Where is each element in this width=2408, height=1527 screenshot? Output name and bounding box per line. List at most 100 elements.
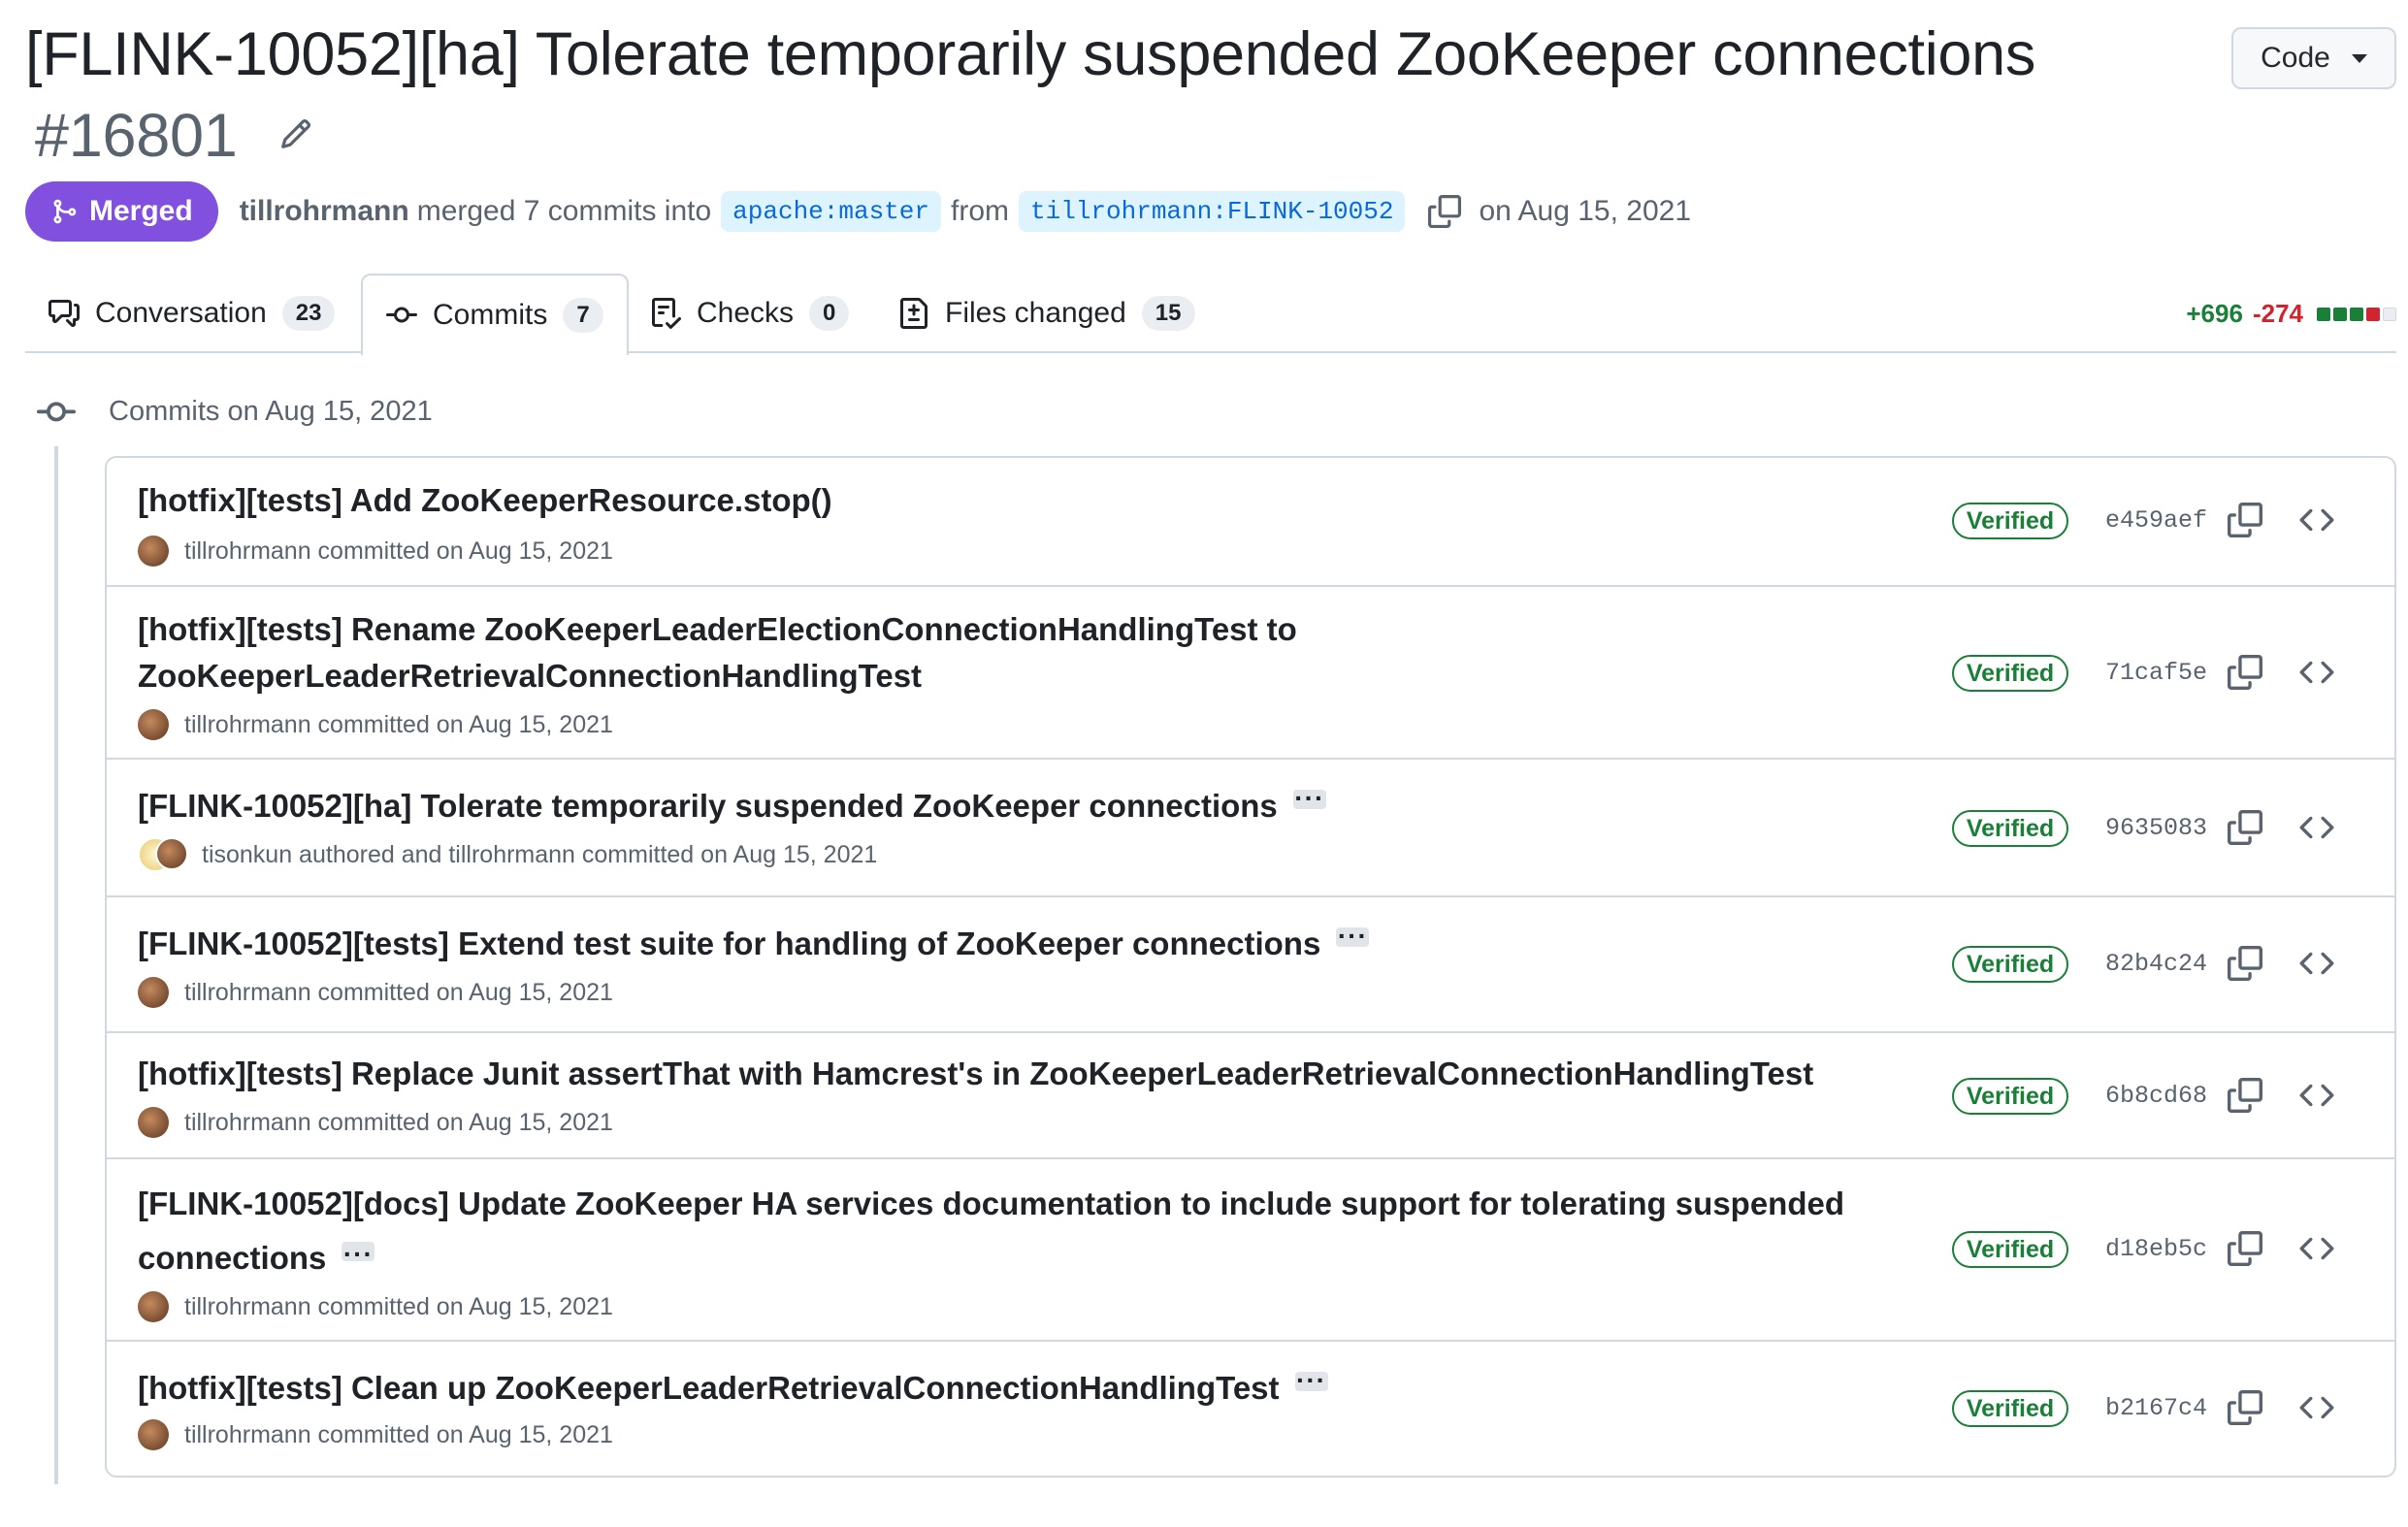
tab-conversation[interactable]: Conversation 23 [25, 274, 358, 353]
copy-icon[interactable] [2228, 1078, 2262, 1113]
page-title: [FLINK-10052][ha] Tolerate temporarily s… [25, 14, 2179, 177]
commit-byline-text: tillrohrmann committed on Aug 15, 2021 [184, 1292, 613, 1320]
expand-message-button[interactable] [1292, 775, 1326, 822]
author-link[interactable]: tillrohrmann [240, 195, 409, 228]
verified-badge[interactable]: Verified [1952, 810, 2068, 847]
diffstat-block-add [2333, 307, 2347, 321]
commit-message: [hotfix][tests] Replace Junit assertThat… [138, 1051, 1981, 1097]
tab-counter: 0 [809, 296, 850, 331]
tab-label: Checks [697, 297, 795, 329]
verified-badge[interactable]: Verified [1952, 503, 2068, 539]
commit-sha[interactable]: 82b4c24 [2105, 950, 2212, 978]
commit-message: [FLINK-10052][tests] Extend test suite f… [138, 913, 1981, 967]
code-brackets-icon[interactable] [2299, 1390, 2334, 1425]
committer-avatar [155, 837, 188, 870]
diffstat-additions: +696 [2186, 299, 2243, 328]
avatar[interactable] [138, 837, 188, 872]
verified-badge[interactable]: Verified [1952, 1078, 2068, 1115]
diffstat: +696 -274 [2186, 299, 2396, 329]
verified-badge[interactable]: Verified [1952, 655, 2068, 692]
copy-icon[interactable] [2228, 946, 2262, 981]
commit-byline-text: tillrohrmann committed on Aug 15, 2021 [184, 536, 613, 565]
tab-files-changed[interactable]: Files changed 15 [875, 274, 1219, 353]
pr-title-text: [FLINK-10052][ha] Tolerate temporarily s… [25, 20, 2036, 88]
commit-title-link[interactable]: [FLINK-10052][docs] Update ZooKeeper HA … [138, 1186, 1844, 1221]
head-branch[interactable]: tillrohrmann:FLINK-10052 [1019, 191, 1406, 232]
avatar[interactable] [138, 709, 169, 740]
commits-group-header: Commits on Aug 15, 2021 [37, 396, 433, 428]
copy-icon[interactable] [2228, 503, 2262, 537]
avatar[interactable] [138, 977, 169, 1008]
commit-byline-text: tillrohrmann committed on Aug 15, 2021 [184, 978, 613, 1006]
code-brackets-icon[interactable] [2299, 946, 2334, 981]
base-branch[interactable]: apache:master [721, 191, 941, 232]
commit-row: [hotfix][tests] Replace Junit assertThat… [107, 1031, 2394, 1157]
commit-byline: tillrohrmann committed on Aug 15, 2021 [138, 1291, 613, 1322]
commit-byline-text: tillrohrmann committed on Aug 15, 2021 [184, 1420, 613, 1448]
expand-message-button[interactable] [1336, 913, 1370, 959]
avatar[interactable] [138, 536, 169, 567]
avatar[interactable] [138, 1419, 169, 1450]
commit-byline: tillrohrmann committed on Aug 15, 2021 [138, 709, 613, 740]
code-button-label: Code [2261, 42, 2330, 74]
commit-sha[interactable]: d18eb5c [2105, 1235, 2212, 1263]
from-text: from [951, 195, 1009, 227]
commit-title-link[interactable]: [hotfix][tests] Rename ZooKeeperLeaderEl… [138, 611, 1297, 647]
expand-message-button[interactable] [342, 1227, 375, 1282]
diffstat-blocks [2317, 307, 2396, 321]
copy-icon[interactable] [2228, 1390, 2262, 1425]
commit-sha[interactable]: e459aef [2105, 506, 2212, 535]
commits-date-heading: Commits on Aug 15, 2021 [109, 396, 433, 427]
tab-checks[interactable]: Checks 0 [627, 274, 872, 353]
commit-sha[interactable]: 71caf5e [2105, 659, 2212, 687]
commit-byline-text: tisonkun authored and tillrohrmann commi… [202, 840, 878, 868]
tab-counter: 23 [281, 296, 336, 331]
checklist-icon [652, 298, 681, 329]
code-brackets-icon[interactable] [2299, 655, 2334, 690]
copy-icon[interactable] [2228, 655, 2262, 690]
commit-sha[interactable]: b2167c4 [2105, 1394, 2212, 1422]
diffstat-deletions: -274 [2252, 299, 2303, 328]
copy-icon[interactable] [1428, 195, 1462, 228]
tab-commits[interactable]: Commits 7 [361, 274, 629, 355]
commit-title-link-continued[interactable]: ZooKeeperLeaderRetrievalConnectionHandli… [138, 658, 922, 694]
avatar[interactable] [138, 1291, 169, 1322]
tab-label: Conversation [95, 297, 267, 329]
code-brackets-icon[interactable] [2299, 503, 2334, 537]
diffstat-block-del [2366, 307, 2380, 321]
commit-list: [hotfix][tests] Add ZooKeeperResource.st… [105, 456, 2396, 1478]
code-brackets-icon[interactable] [2299, 1231, 2334, 1266]
commit-row: [hotfix][tests] Rename ZooKeeperLeaderEl… [107, 585, 2394, 758]
commit-row: [hotfix][tests] Add ZooKeeperResource.st… [107, 458, 2394, 585]
code-button[interactable]: Code [2231, 27, 2396, 89]
pr-tabs: Conversation 23 Commits 7 Checks 0 Files… [25, 274, 2396, 355]
commit-title-link[interactable]: [FLINK-10052][ha] Tolerate temporarily s… [138, 788, 1278, 824]
commit-title-link[interactable]: [hotfix][tests] Replace Junit assertThat… [138, 1056, 1813, 1091]
verified-badge[interactable]: Verified [1952, 1231, 2068, 1268]
commit-title-link[interactable]: [hotfix][tests] Add ZooKeeperResource.st… [138, 482, 832, 518]
commit-title-link[interactable]: [hotfix][tests] Clean up ZooKeeperLeader… [138, 1370, 1280, 1406]
verified-badge[interactable]: Verified [1952, 946, 2068, 983]
commit-sha[interactable]: 6b8cd68 [2105, 1082, 2212, 1110]
status-badge-label: Merged [89, 195, 193, 227]
commit-row: [FLINK-10052][tests] Extend test suite f… [107, 895, 2394, 1031]
merge-text: merged 7 commits into [416, 195, 712, 227]
commit-sha[interactable]: 9635083 [2105, 814, 2212, 842]
avatar[interactable] [138, 1107, 169, 1138]
pencil-icon[interactable] [279, 117, 312, 150]
commit-message: [FLINK-10052][docs] Update ZooKeeper HA … [138, 1177, 1981, 1285]
commit-title-link[interactable]: [FLINK-10052][tests] Extend test suite f… [138, 926, 1320, 961]
expand-message-button[interactable] [1294, 1357, 1328, 1404]
commit-byline: tillrohrmann committed on Aug 15, 2021 [138, 536, 613, 567]
commit-row: [hotfix][tests] Clean up ZooKeeperLeader… [107, 1340, 2394, 1476]
commit-title-link-continued[interactable]: connections [138, 1240, 326, 1276]
code-brackets-icon[interactable] [2299, 1078, 2334, 1113]
git-commit-icon [37, 401, 76, 421]
verified-badge[interactable]: Verified [1952, 1390, 2068, 1427]
copy-icon[interactable] [2228, 1231, 2262, 1266]
tab-counter: 7 [563, 298, 603, 333]
code-brackets-icon[interactable] [2299, 810, 2334, 845]
copy-icon[interactable] [2228, 810, 2262, 845]
status-badge: Merged [25, 181, 218, 242]
tab-label: Commits [433, 299, 548, 331]
